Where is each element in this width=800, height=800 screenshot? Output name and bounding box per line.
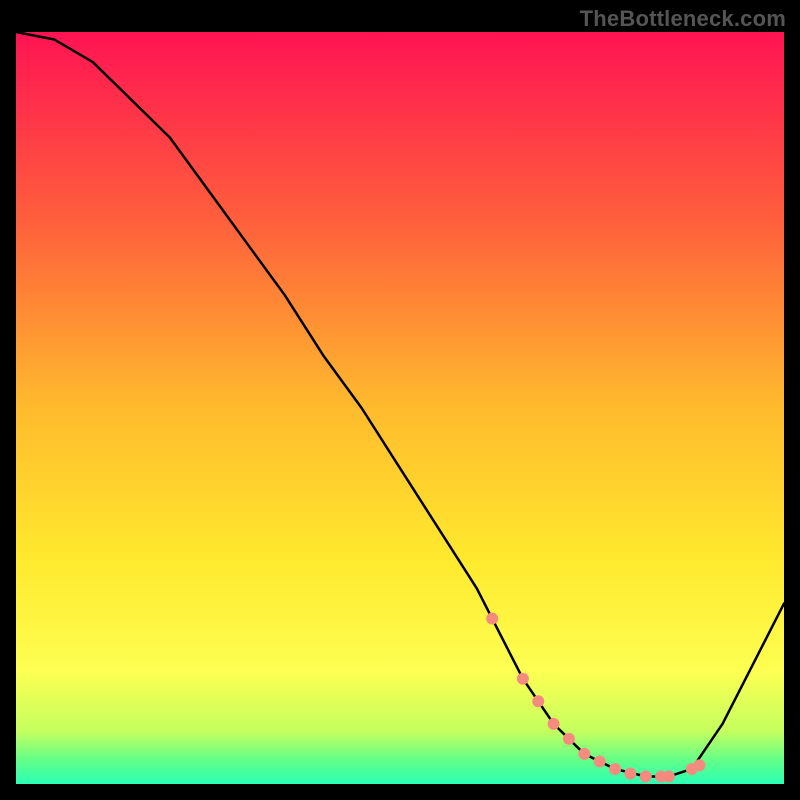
chart-frame: TheBottleneck.com: [0, 0, 800, 800]
marker-dot: [548, 718, 560, 730]
marker-dot: [517, 673, 529, 685]
chart-svg: [16, 32, 784, 784]
marker-dot: [486, 613, 498, 625]
marker-dot: [578, 748, 590, 760]
marker-dot: [663, 770, 675, 782]
marker-dot: [609, 763, 621, 775]
marker-dot: [594, 755, 606, 767]
watermark-label: TheBottleneck.com: [580, 6, 786, 32]
marker-dot: [624, 767, 636, 779]
gradient-rect: [16, 32, 784, 784]
marker-dot: [640, 770, 652, 782]
marker-dot: [694, 759, 706, 771]
marker-dot: [563, 733, 575, 745]
plot-area: [16, 32, 784, 784]
marker-dot: [532, 695, 544, 707]
